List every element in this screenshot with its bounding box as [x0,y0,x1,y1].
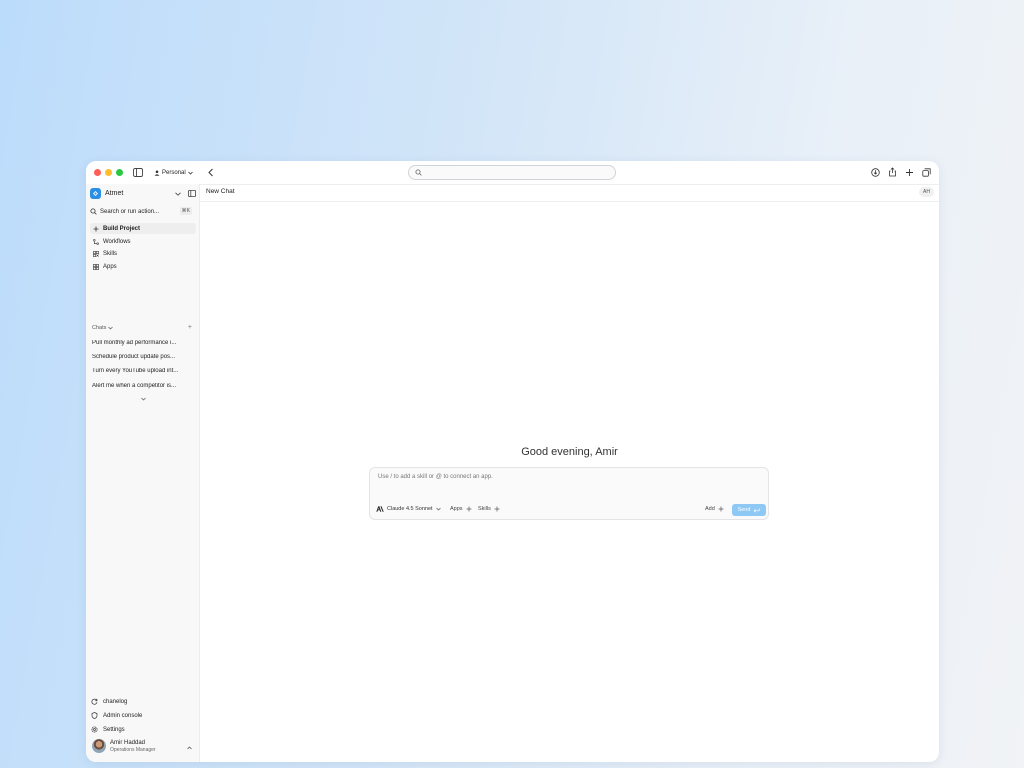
header-divider [200,201,939,202]
refresh-icon [91,698,98,705]
anthropic-logo-icon [376,506,384,512]
chevron-down-icon[interactable] [174,190,181,197]
send-label: Send [737,507,751,513]
chevron-up-icon[interactable] [186,745,192,750]
chat-list-item[interactable]: Alert me when a competitor is... [92,383,190,389]
nav-skills[interactable]: Skills [90,248,196,259]
changelog-label: chanelog [103,698,128,705]
user-name: Amir Haddad [110,739,146,746]
chat-list-item[interactable]: Schedule product update pos... [92,354,190,360]
plus-icon [93,226,99,231]
collapse-sidebar-icon[interactable] [187,189,196,198]
sidebar-toggle-icon[interactable] [132,167,143,177]
chevron-down-icon [108,326,114,330]
chat-list-item[interactable]: Pull monthly ad performance i... [92,340,190,346]
skills-label: Skills [478,506,491,512]
user-info: Amir Haddad Operations Manager [110,740,156,753]
main-area: New Chat AH Good evening, Amir Use / to … [200,184,939,762]
plus-icon [718,506,724,512]
admin-console-label: Admin console [103,712,143,719]
chat-title: New Chat [206,188,235,195]
shield-icon [91,712,98,719]
user-initials-badge[interactable]: AH [919,187,934,197]
plus-icon [466,506,472,512]
address-bar[interactable] [408,165,616,180]
share-icon[interactable] [887,167,897,177]
nav-label: Apps [103,263,117,270]
workspace-switcher[interactable]: Personal [154,167,193,178]
gear-icon [91,726,98,733]
model-label: Claude 4.5 Sonnet [387,506,433,512]
apps-button[interactable]: Apps [450,506,472,512]
nav-label: Skills [103,250,118,257]
add-attachment-button[interactable]: Add [705,506,724,512]
nav-workflows[interactable]: Workflows [90,236,196,247]
nav-apps[interactable]: Apps [90,261,196,272]
greeting: Good evening, Amir [521,446,618,458]
chevron-down-icon [187,171,193,175]
workspace-label: Personal [162,169,186,176]
new-tab-icon[interactable] [904,167,914,177]
nav-build-project[interactable]: Build Project [90,223,196,234]
chevron-down-icon [435,507,441,511]
user-role: Operations Manager [110,746,156,753]
show-more-chevron-icon[interactable] [140,396,147,402]
brand[interactable]: Atmet [90,188,123,199]
add-label: Add [705,506,715,512]
sidebar: Atmet Search or run action... ⌘K Build P… [86,184,200,762]
nav-label: Workflows [103,238,131,245]
back-icon[interactable] [206,167,216,177]
brand-name: Atmet [105,190,124,197]
enter-key-icon [754,508,760,512]
browser-toolbar: Personal [86,161,939,184]
workflow-icon [93,238,99,245]
changelog-link[interactable]: chanelog [91,698,127,705]
search-shortcut: ⌘K [179,207,192,215]
close-window-button[interactable] [94,169,101,176]
settings-link[interactable]: Settings [91,726,125,733]
message-composer[interactable]: Use / to add a skill or @ to connect an … [369,467,769,520]
nav-label: Build Project [103,225,141,232]
admin-console-link[interactable]: Admin console [91,712,142,719]
skills-icon [93,250,99,257]
model-selector[interactable]: Claude 4.5 Sonnet [376,506,441,512]
skills-button[interactable]: Skills [478,506,500,512]
chat-list-item[interactable]: Turn every YouTube upload int... [92,368,190,374]
window-controls [94,169,123,176]
maximize-window-button[interactable] [116,169,123,176]
send-button[interactable]: Send [732,504,766,516]
tabs-overview-icon[interactable] [921,167,931,177]
chats-label: Chats [92,325,107,331]
search-label: Search or run action... [100,208,160,215]
chats-section-header[interactable]: Chats + [92,324,192,331]
user-profile[interactable]: Amir Haddad Operations Manager [92,739,156,753]
minimize-window-button[interactable] [105,169,112,176]
new-chat-plus-icon[interactable]: + [188,324,192,331]
search-icon [90,208,97,215]
app-window: Personal Atmet Search or run action... ⌘… [86,161,939,762]
browser-actions [870,167,931,177]
apps-label: Apps [450,506,463,512]
person-icon [154,170,160,176]
search-icon [415,169,422,176]
apps-icon [93,263,99,270]
search-action[interactable]: Search or run action... ⌘K [90,206,194,217]
settings-label: Settings [103,726,125,733]
avatar [92,739,106,753]
download-icon[interactable] [870,167,880,177]
atmet-logo-icon [90,188,101,199]
plus-icon [494,506,500,512]
composer-input[interactable]: Use / to add a skill or @ to connect an … [378,474,493,480]
